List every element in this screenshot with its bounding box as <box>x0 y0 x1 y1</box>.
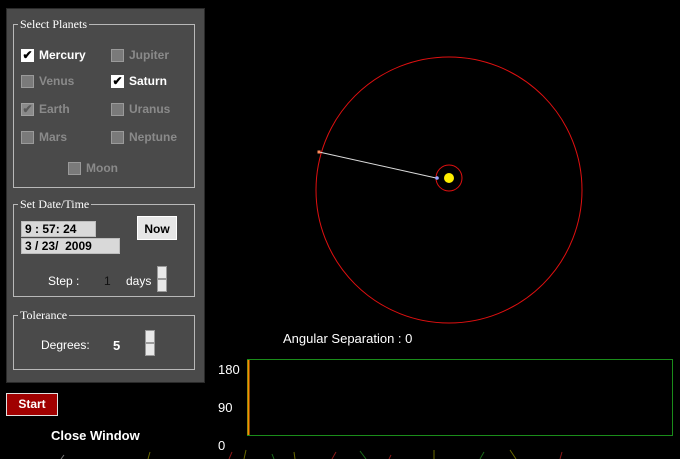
angular-separation-readout: Angular Separation : 0 <box>283 331 413 346</box>
planet-dot <box>435 176 439 180</box>
orbit-canvas <box>60 56 673 459</box>
outer-planet-marker <box>317 150 321 154</box>
bottom-decor <box>60 449 563 459</box>
y-tick-180: 180 <box>218 362 240 377</box>
sun-icon <box>444 173 454 183</box>
y-tick-0: 0 <box>218 438 226 453</box>
y-tick-90: 90 <box>218 400 233 415</box>
graph-frame <box>247 359 673 436</box>
separation-line <box>318 151 437 179</box>
outer-orbit <box>315 56 583 324</box>
